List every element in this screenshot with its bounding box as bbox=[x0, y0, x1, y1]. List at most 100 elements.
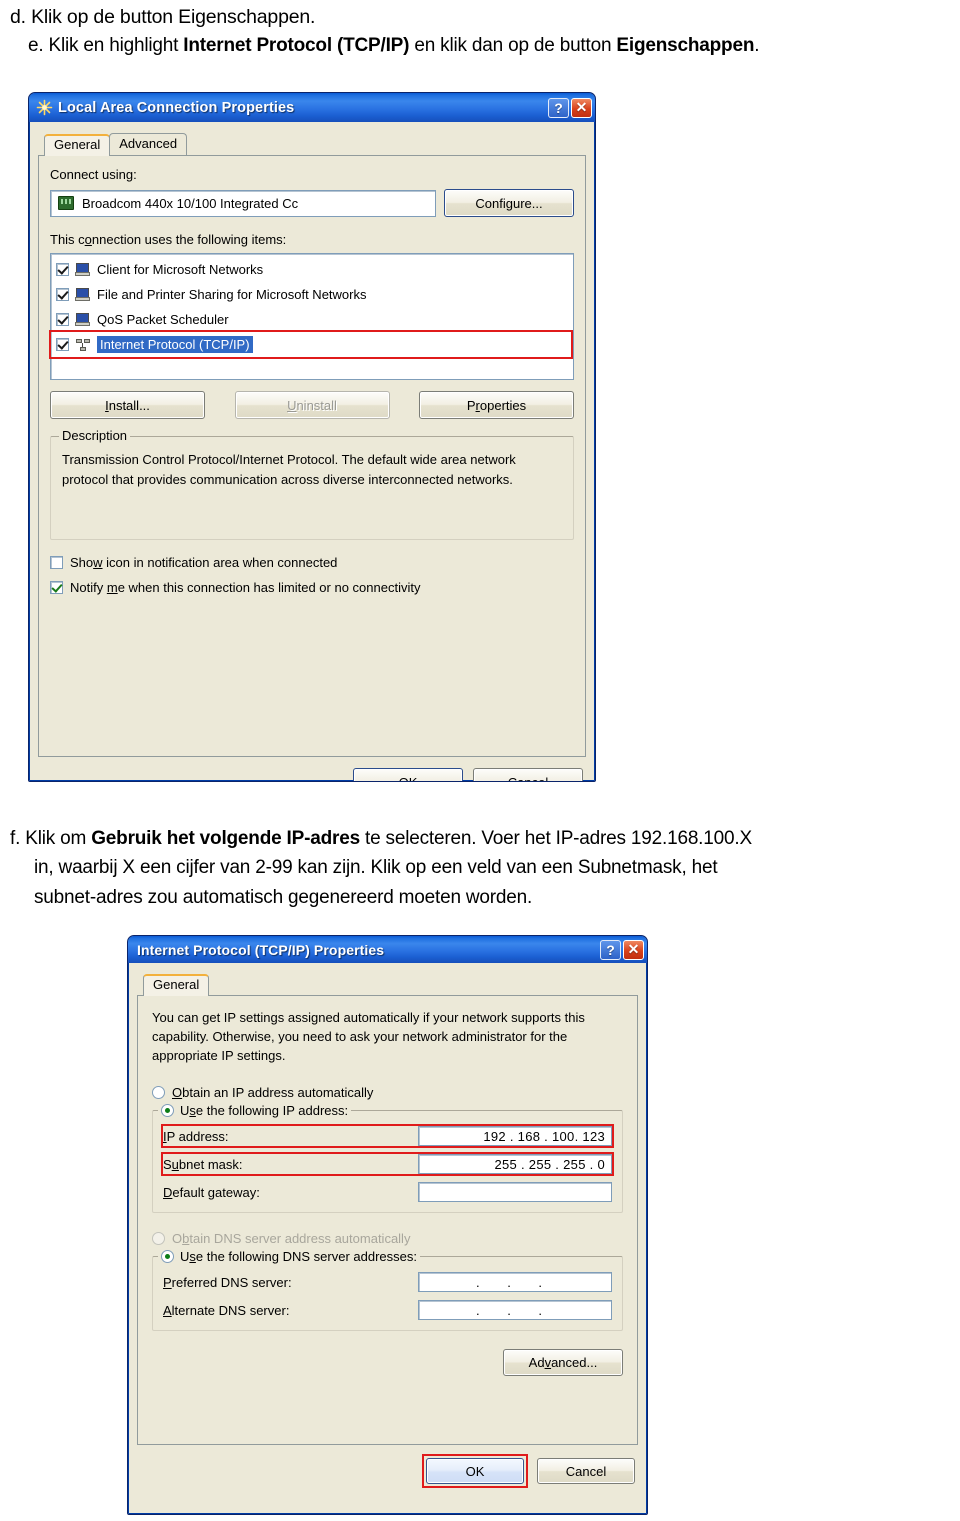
use-following-dns-label: Use the following DNS server addresses: bbox=[180, 1249, 417, 1264]
description-group: Description Transmission Control Protoco… bbox=[50, 428, 574, 540]
alternate-dns-row[interactable]: Alternate DNS server: . . . bbox=[163, 1300, 612, 1320]
install-button[interactable]: Install... bbox=[50, 391, 205, 419]
subnet-mask-input[interactable]: 255 . 255 . 255 . 0 bbox=[418, 1154, 612, 1174]
subnet-mask-row[interactable]: Subnet mask: 255 . 255 . 255 . 0 bbox=[161, 1152, 614, 1176]
lan-dialog-titlebar-buttons: ? ✕ bbox=[548, 97, 592, 118]
step-f-postfix: te selecteren. Voer het IP-adres 192.168… bbox=[359, 828, 752, 849]
tcpip-intro-text: You can get IP settings assigned automat… bbox=[152, 1010, 585, 1063]
tcpip-dialog-titlebar-buttons: ? ✕ bbox=[600, 939, 644, 960]
use-following-ip-radio[interactable] bbox=[161, 1104, 174, 1117]
default-gateway-row[interactable]: Default gateway: bbox=[163, 1182, 612, 1202]
step-f-line3: subnet-adres zou automatisch gegenereerd… bbox=[34, 886, 533, 908]
item-checkbox[interactable] bbox=[56, 338, 69, 351]
lan-dialog-title: Local Area Connection Properties bbox=[58, 99, 295, 116]
lan-dialog-footer: OK Cancel bbox=[38, 768, 586, 782]
obtain-ip-radio[interactable] bbox=[152, 1086, 165, 1099]
help-button[interactable]: ? bbox=[548, 97, 569, 118]
ip-address-input[interactable]: 192 . 168 . 100. 123 bbox=[418, 1126, 612, 1146]
help-button[interactable]: ? bbox=[600, 939, 621, 960]
item-checkbox[interactable] bbox=[56, 313, 69, 326]
uninstall-button: Uninstall bbox=[234, 391, 390, 419]
show-icon-row[interactable]: Show icon in notification area when conn… bbox=[50, 554, 574, 571]
step-f-line2: in, waarbij X een cijfer van 2-99 kan zi… bbox=[34, 857, 718, 879]
list-item[interactable]: File and Printer Sharing for Microsoft N… bbox=[51, 282, 573, 307]
tab-general[interactable]: General bbox=[44, 134, 111, 156]
ok-button-highlight: OK bbox=[422, 1454, 528, 1488]
use-following-dns-group: Use the following DNS server addresses: … bbox=[152, 1248, 623, 1331]
alternate-dns-label: Alternate DNS server: bbox=[163, 1302, 290, 1318]
properties-button[interactable]: Properties bbox=[419, 391, 574, 419]
adapter-name: Broadcom 440x 10/100 Integrated Cc bbox=[82, 195, 299, 211]
install-button-label: Install... bbox=[105, 397, 150, 413]
tab-general-label: General bbox=[153, 977, 200, 992]
item-checkbox[interactable] bbox=[56, 263, 69, 276]
alternate-dns-input[interactable]: . . . bbox=[418, 1300, 612, 1320]
step-e-prefix: e. Klik en highlight bbox=[28, 35, 184, 56]
step-e-middle: en klik dan op de button bbox=[409, 35, 617, 56]
obtain-dns-label: Obtain DNS server address automatically bbox=[172, 1231, 411, 1246]
properties-button-label: Properties bbox=[466, 397, 527, 413]
default-gateway-input[interactable] bbox=[418, 1182, 612, 1202]
ip-address-row[interactable]: IP address: 192 . 168 . 100. 123 bbox=[161, 1124, 614, 1148]
tab-advanced-label: Advanced bbox=[119, 136, 178, 151]
description-text: Transmission Control Protocol/Internet P… bbox=[62, 452, 516, 487]
internet-protocol-properties-dialog: Internet Protocol (TCP/IP) Properties ? … bbox=[127, 935, 648, 1515]
show-icon-label: Show icon in notification area when conn… bbox=[70, 555, 338, 570]
ok-button[interactable]: OK bbox=[353, 768, 463, 782]
protocol-icon bbox=[75, 338, 91, 352]
obtain-dns-row: Obtain DNS server address automatically bbox=[152, 1230, 623, 1247]
show-icon-checkbox[interactable] bbox=[50, 556, 63, 569]
step-e-bold-protocol: Internet Protocol (TCP/IP) bbox=[183, 35, 410, 56]
advanced-row: Advanced... bbox=[152, 1349, 623, 1376]
network-items-listbox[interactable]: Client for Microsoft Networks File and P… bbox=[49, 253, 574, 380]
configure-button[interactable]: Configure... bbox=[444, 189, 574, 217]
preferred-dns-input[interactable]: . . . bbox=[418, 1272, 612, 1292]
cancel-button[interactable]: Cancel bbox=[473, 768, 583, 782]
list-item[interactable]: QoS Packet Scheduler bbox=[51, 307, 573, 332]
list-item-internet-protocol-selected[interactable]: Internet Protocol (TCP/IP) bbox=[49, 330, 573, 359]
lan-general-tab-pane: Connect using: Broadcom 440x 10/100 Inte… bbox=[38, 155, 586, 757]
connect-using-label: Connect using: bbox=[50, 167, 137, 182]
list-item[interactable]: Client for Microsoft Networks bbox=[51, 257, 573, 282]
tcpip-general-tab-pane: You can get IP settings assigned automat… bbox=[137, 995, 638, 1445]
tcpip-dialog-title: Internet Protocol (TCP/IP) Properties bbox=[137, 941, 385, 958]
obtain-ip-label: Obtain an IP address automatically bbox=[172, 1085, 374, 1100]
ok-button[interactable]: OK bbox=[426, 1458, 524, 1484]
use-ip-radio-row[interactable]: Use the following IP address: bbox=[158, 1102, 352, 1119]
use-following-ip-label: Use the following IP address: bbox=[180, 1103, 349, 1118]
ok-button-label: OK bbox=[465, 1463, 485, 1479]
notify-label: Notify me when this connection has limit… bbox=[70, 580, 421, 595]
tab-general[interactable]: General bbox=[143, 974, 210, 996]
use-dns-radio-row[interactable]: Use the following DNS server addresses: bbox=[158, 1248, 420, 1265]
adapter-row: Broadcom 440x 10/100 Integrated Cc Confi… bbox=[50, 189, 574, 217]
item-checkbox[interactable] bbox=[56, 288, 69, 301]
cancel-button[interactable]: Cancel bbox=[537, 1458, 635, 1484]
notify-row[interactable]: Notify me when this connection has limit… bbox=[50, 579, 574, 596]
lan-dialog-body: General Advanced Connect using: Broadcom… bbox=[29, 122, 595, 782]
advanced-button[interactable]: Advanced... bbox=[503, 1349, 623, 1376]
notify-checkbox[interactable] bbox=[50, 581, 63, 594]
use-following-dns-radio[interactable] bbox=[161, 1250, 174, 1263]
ok-button-label: OK bbox=[398, 774, 418, 782]
description-group-title: Description bbox=[59, 428, 131, 443]
step-e-bold-eigenschappen: Eigenschappen bbox=[616, 35, 755, 56]
close-icon[interactable]: ✕ bbox=[571, 97, 592, 118]
cancel-button-label: Cancel bbox=[565, 1463, 607, 1479]
configure-button-label: Configure... bbox=[475, 195, 543, 211]
advanced-button-label: Advanced... bbox=[528, 1355, 598, 1370]
list-item-label: File and Printer Sharing for Microsoft N… bbox=[97, 287, 367, 302]
tcpip-dialog-body: General You can get IP settings assigned… bbox=[128, 963, 647, 1494]
computer-icon bbox=[75, 287, 91, 302]
tab-advanced[interactable]: Advanced bbox=[109, 133, 188, 155]
tcpip-dialog-tabstrip: General bbox=[137, 971, 638, 996]
cancel-button-label: Cancel bbox=[507, 774, 549, 782]
step-e-end: . bbox=[754, 35, 760, 56]
computer-icon bbox=[75, 262, 91, 277]
close-icon[interactable]: ✕ bbox=[623, 939, 644, 960]
computer-icon bbox=[75, 312, 91, 327]
preferred-dns-row[interactable]: Preferred DNS server: . . . bbox=[163, 1272, 612, 1292]
tcpip-dialog-titlebar: Internet Protocol (TCP/IP) Properties ? … bbox=[128, 936, 647, 963]
step-f-bold-gebruik: Gebruik het volgende IP-adres bbox=[91, 828, 360, 849]
use-following-ip-group: Use the following IP address: IP address… bbox=[152, 1102, 623, 1213]
obtain-ip-row[interactable]: Obtain an IP address automatically bbox=[152, 1084, 623, 1101]
